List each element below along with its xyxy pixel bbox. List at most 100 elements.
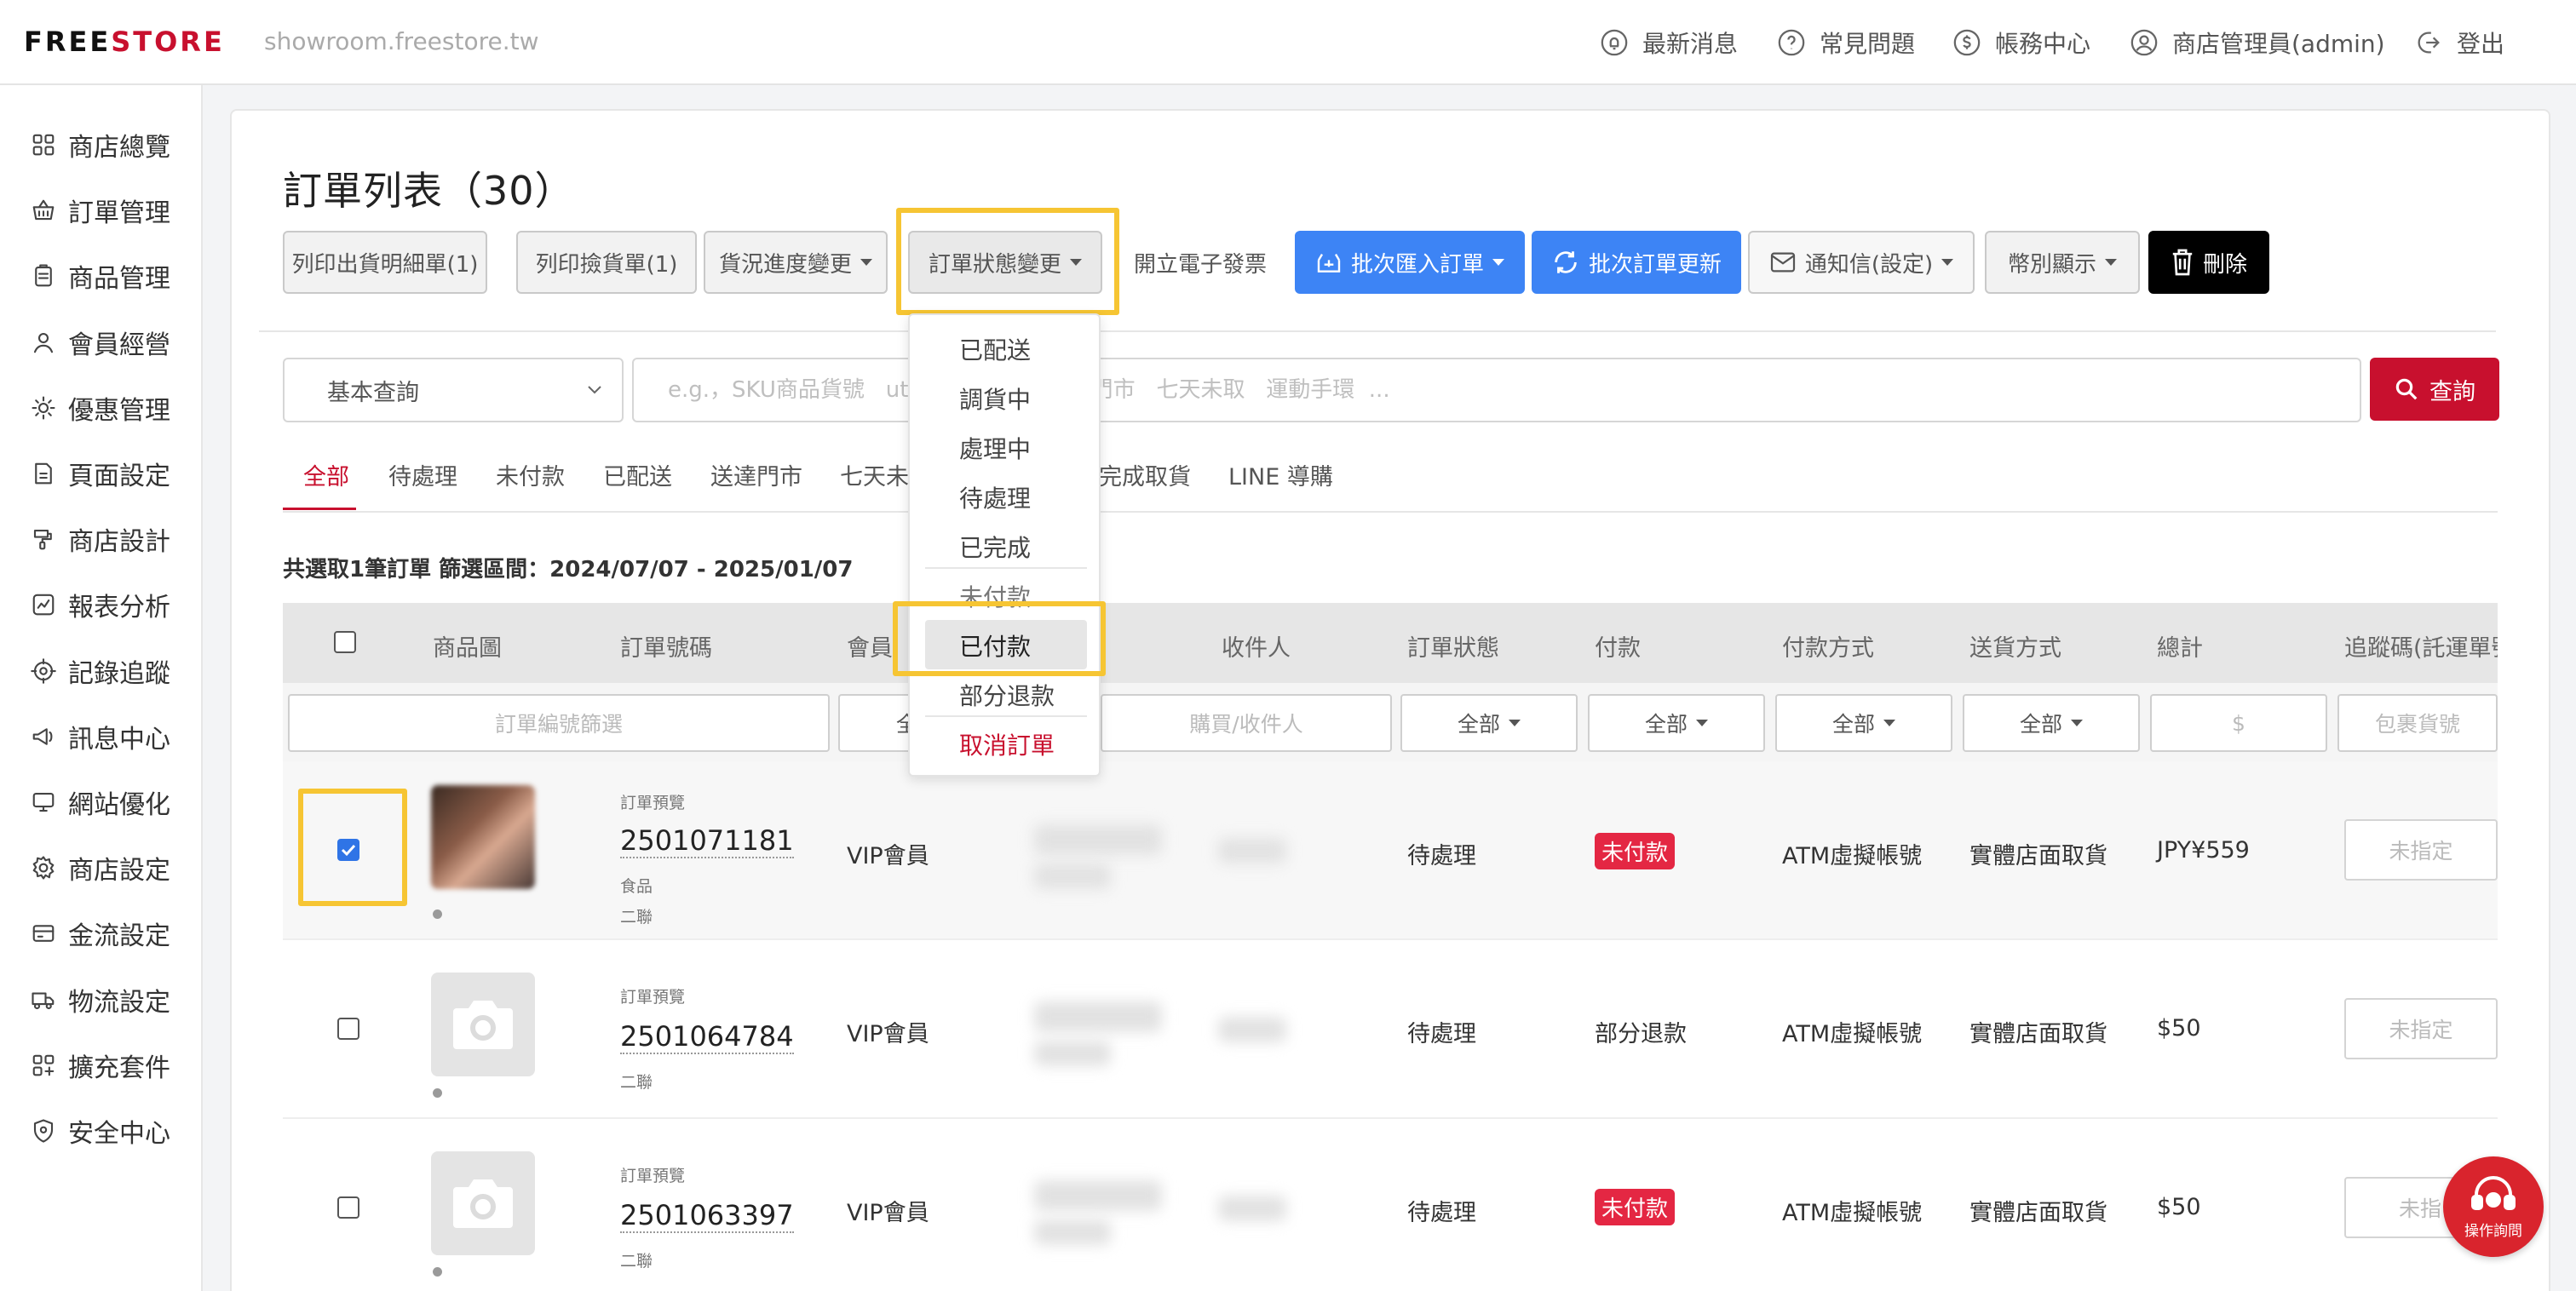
tab-unpaid[interactable]: 未付款 (496, 458, 565, 491)
query-button[interactable]: 查詢 (2370, 358, 2499, 421)
sidebar-item[interactable]: 頁面設定 (31, 452, 170, 495)
delete-button[interactable]: 刪除 (2148, 231, 2269, 294)
sidebar-item-label: 優惠管理 (68, 395, 170, 426)
caret-down-icon (1883, 720, 1895, 726)
admin-link[interactable]: 商店管理員(admin) (2128, 24, 2385, 61)
order-number[interactable]: 2501064784 (620, 1020, 794, 1054)
print-detail-label: 列印出貨明細單(1) (291, 251, 479, 278)
tab-arrived-store[interactable]: 送達門市 (710, 458, 802, 491)
delivery-filter[interactable]: 全部 (1963, 694, 2140, 752)
shipping-progress-button[interactable]: 貨況進度變更 (704, 231, 888, 294)
order-number[interactable]: 2501063397 (620, 1199, 794, 1233)
menu-item-cancel-order[interactable]: 取消訂單 (959, 727, 1055, 761)
row-checkbox[interactable] (337, 1196, 359, 1219)
currency-button[interactable]: 幣別顯示 (1985, 231, 2140, 294)
sidebar-item[interactable]: 商店設定 (31, 846, 170, 889)
sidebar-item[interactable]: 報表分析 (31, 583, 170, 626)
menu-item-transferring[interactable]: 調貨中 (959, 382, 1031, 416)
caret-down-icon (1509, 720, 1521, 726)
search-input[interactable] (632, 358, 2361, 422)
faq-link[interactable]: 常見問題 (1775, 24, 1915, 61)
sidebar-item[interactable]: 金流設定 (31, 912, 170, 955)
notify-button[interactable]: 通知信(設定) (1748, 231, 1975, 294)
sidebar-item[interactable]: 商品管理 (31, 255, 170, 297)
sidebar-item[interactable]: 訊息中心 (31, 715, 170, 758)
order-preview-link[interactable]: 訂單預覽 (620, 1163, 685, 1186)
order-no-filter[interactable]: 訂單編號篩選 (288, 694, 830, 752)
sidebar-item[interactable]: 商店總覽 (31, 123, 170, 166)
sidebar-item[interactable]: 會員經營 (31, 321, 170, 364)
tab-picked-up[interactable]: 完成取貨 (1099, 458, 1191, 491)
logout-link[interactable]: 登出 (2412, 24, 2504, 61)
product-thumbnail[interactable] (431, 973, 535, 1076)
pay-method-filter[interactable]: 全部 (1775, 694, 1952, 752)
sidebar-item[interactable]: 訂單管理 (31, 189, 170, 232)
chart-icon (31, 592, 56, 617)
tracking-filter[interactable]: 包裹貨號 (2337, 694, 2498, 752)
sidebar-item[interactable]: 商店設計 (31, 518, 170, 560)
order-preview-link[interactable]: 訂單預覽 (620, 984, 685, 1007)
pay-method-filter-value: 全部 (1831, 712, 1875, 737)
sidebar-item[interactable]: 網站優化 (31, 781, 170, 823)
print-picking-button[interactable]: 列印撿貨單(1) (516, 231, 697, 294)
sidebar-item-label: 訊息中心 (68, 724, 170, 755)
menu-item-partial-refund[interactable]: 部分退款 (959, 678, 1055, 712)
order-total: JPY¥559 (2157, 837, 2250, 864)
help-chat-button[interactable]: 操作詢問 (2443, 1156, 2544, 1257)
member-filter[interactable]: 全 (838, 694, 917, 752)
sidebar-item[interactable]: 安全中心 (31, 1110, 170, 1152)
camera-icon (448, 995, 518, 1054)
buyer-filter[interactable]: 購買/收件人 (1101, 694, 1392, 752)
search-mode-select[interactable]: 基本查詢 (283, 358, 624, 422)
order-preview-link[interactable]: 訂單預覽 (620, 790, 685, 813)
tracking-input[interactable]: 未指定 (2344, 998, 2498, 1059)
batch-import-button[interactable]: 批次匯入訂單 (1295, 231, 1525, 294)
order-number[interactable]: 2501071181 (620, 824, 794, 858)
row-checkbox[interactable] (337, 839, 359, 861)
print-detail-button[interactable]: 列印出貨明細單(1) (283, 231, 487, 294)
sidebar-item-label: 記錄追蹤 (68, 658, 170, 689)
buyer-redacted (1034, 1180, 1162, 1211)
tab-seven-days[interactable]: 七天未 (840, 458, 909, 491)
help-label: 操作詢問 (2464, 1222, 2522, 1240)
sidebar-item[interactable]: 物流設定 (31, 978, 170, 1021)
status-dot (433, 909, 442, 919)
product-thumbnail[interactable] (431, 1151, 535, 1255)
select-all-checkbox[interactable] (334, 631, 356, 653)
product-thumbnail[interactable] (431, 785, 535, 889)
buyer-redacted (1034, 1219, 1111, 1245)
plugin-icon (31, 1053, 56, 1078)
invoice-type: 二聯 (620, 908, 653, 927)
notify-label: 通知信(設定) (1804, 251, 1934, 278)
sidebar-item[interactable]: 記錄追蹤 (31, 650, 170, 692)
sidebar-item-label: 會員經營 (68, 330, 170, 360)
einvoice-button[interactable]: 開立電子發票 (1121, 231, 1279, 294)
tab-all[interactable]: 全部 (303, 458, 349, 491)
menu-item-completed[interactable]: 已完成 (959, 530, 1031, 564)
active-tab-indicator (283, 508, 356, 510)
total-filter[interactable]: $ (2150, 694, 2327, 752)
gear-icon (31, 855, 56, 881)
sidebar-item[interactable]: 擴充套件 (31, 1044, 170, 1087)
sidebar-item-label: 物流設定 (68, 987, 170, 1018)
faq-label: 常見問題 (1820, 30, 1916, 58)
menu-item-shipped[interactable]: 已配送 (959, 332, 1031, 366)
row-checkbox[interactable] (337, 1018, 359, 1040)
billing-link[interactable]: 帳務中心 (1951, 24, 2090, 61)
payment-filter[interactable]: 全部 (1588, 694, 1765, 752)
tab-line[interactable]: LINE 導購 (1228, 458, 1333, 491)
col-order-no: 訂單號碼 (620, 635, 712, 662)
batch-import-label: 批次匯入訂單 (1350, 251, 1484, 278)
question-icon (1775, 26, 1808, 59)
sidebar-item[interactable]: 優惠管理 (31, 387, 170, 429)
recipient-redacted (1218, 1196, 1286, 1221)
news-link[interactable]: 最新消息 (1598, 24, 1738, 61)
tracking-input[interactable]: 未指定 (2344, 819, 2498, 881)
batch-update-button[interactable]: 批次訂單更新 (1532, 231, 1741, 294)
tab-pending[interactable]: 待處理 (388, 458, 457, 491)
menu-item-pending[interactable]: 待處理 (959, 480, 1031, 514)
menu-item-processing[interactable]: 處理中 (959, 431, 1031, 465)
freestore-logo[interactable]: FREESTORE (24, 26, 225, 58)
status-filter[interactable]: 全部 (1400, 694, 1578, 752)
tab-shipped[interactable]: 已配送 (603, 458, 672, 491)
